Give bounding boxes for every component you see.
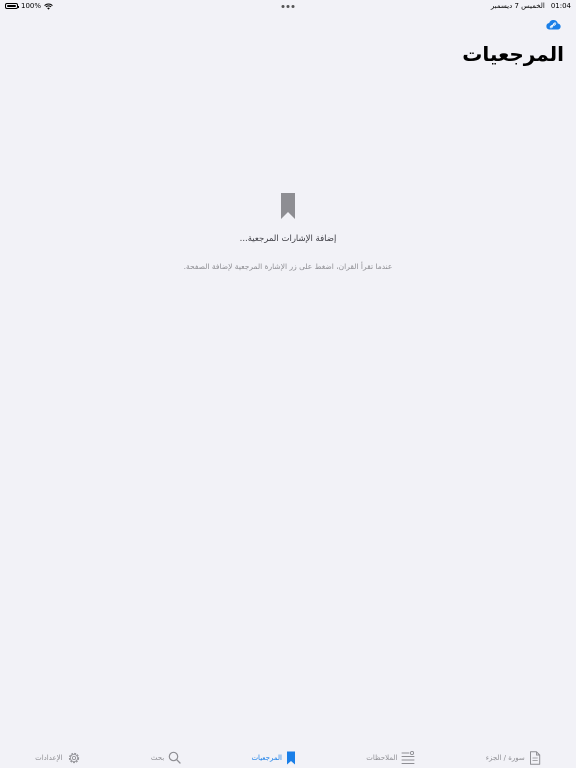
battery-percent: 100% <box>21 2 42 10</box>
tab-bookmarks[interactable]: المرجعيات <box>251 751 296 765</box>
page-title: المرجعيات <box>462 42 564 66</box>
search-icon <box>168 751 181 764</box>
tab-surah-juz-label: سورة / الجزء <box>485 754 525 762</box>
empty-state-subtitle: عندما تقرأ القران، اضغط على زر الإشارة ا… <box>183 262 393 271</box>
wifi-icon <box>44 3 53 10</box>
empty-state-title: إضافة الإشارات المرجعية... <box>239 234 337 244</box>
multitasking-dots[interactable] <box>281 4 295 8</box>
tab-settings[interactable]: الإعدادات <box>35 751 80 765</box>
tab-surah-juz[interactable]: سورة / الجزء <box>486 751 541 765</box>
tab-notes[interactable]: الملاحظات <box>366 751 415 764</box>
status-date: الخميس 7 ديسمبر <box>490 2 545 10</box>
document-icon <box>529 751 540 765</box>
status-left: 100% <box>5 2 53 10</box>
battery-icon <box>5 3 19 9</box>
empty-state: إضافة الإشارات المرجعية... عندما تقرأ ال… <box>0 192 576 271</box>
status-time: 01:04 <box>550 2 571 10</box>
tab-bookmarks-label: المرجعيات <box>251 754 282 762</box>
tab-bar: الإعدادات بحث المرجعيات الملاحظات سورة /… <box>0 737 576 768</box>
tab-notes-label: الملاحظات <box>366 753 398 762</box>
status-right: 01:04 الخميس 7 ديسمبر <box>491 2 571 10</box>
tab-settings-label: الإعدادات <box>35 754 63 762</box>
bookmark-icon <box>281 193 295 219</box>
bookmark-icon <box>287 751 295 765</box>
notes-icon <box>401 751 415 764</box>
tab-search[interactable]: بحث <box>151 751 181 764</box>
cloud-sync-button[interactable] <box>544 17 562 31</box>
cloud-link-icon <box>546 19 561 30</box>
tab-search-label: بحث <box>150 753 165 762</box>
status-bar: 100% 01:04 الخميس 7 ديسمبر <box>0 0 576 12</box>
gear-icon <box>68 752 79 764</box>
